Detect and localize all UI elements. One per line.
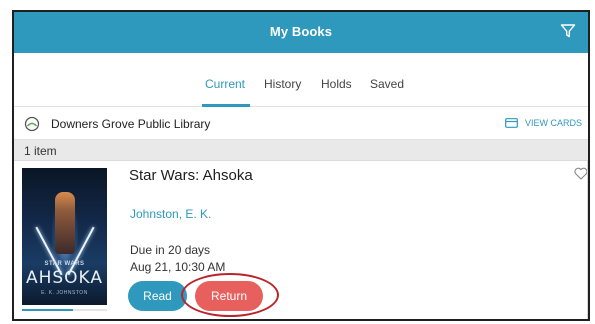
divider: [587, 161, 588, 319]
filter-icon[interactable]: [560, 23, 576, 39]
heart-icon[interactable]: [574, 167, 588, 180]
app-frame: My Books Current History Holds Saved Dow…: [12, 10, 590, 321]
view-cards-link[interactable]: VIEW CARDS: [525, 118, 582, 128]
item-count: 1 item: [24, 144, 57, 158]
return-button[interactable]: Return: [195, 281, 263, 311]
book-cover[interactable]: STAR WARS AHSOKA E. K. JOHNSTON: [22, 168, 107, 305]
library-bar: Downers Grove Public Library VIEW CARDS: [14, 107, 588, 140]
cover-art-figure: [55, 192, 75, 254]
page-title: My Books: [269, 24, 333, 39]
read-button[interactable]: Read: [128, 281, 187, 311]
list-item: STAR WARS AHSOKA E. K. JOHNSTON Star War…: [14, 161, 588, 319]
cover-title: AHSOKA: [25, 268, 104, 288]
tab-holds[interactable]: Holds: [321, 77, 352, 91]
card-icon[interactable]: [505, 118, 518, 128]
cover-series-logo: STAR WARS: [44, 261, 85, 267]
item-count-bar: 1 item: [14, 140, 588, 161]
reading-progress-fill: [22, 309, 73, 311]
app-header: My Books: [14, 12, 588, 53]
tab-history[interactable]: History: [264, 77, 301, 91]
library-logo-icon: [24, 116, 40, 132]
due-status: Due in 20 days: [130, 243, 211, 257]
tab-current[interactable]: Current: [205, 77, 245, 91]
book-title[interactable]: Star Wars: Ahsoka: [129, 167, 253, 184]
book-author-link[interactable]: Johnston, E. K.: [130, 207, 211, 221]
divider: [14, 319, 588, 321]
cover-author: E. K. JOHNSTON: [41, 290, 88, 296]
library-name: Downers Grove Public Library: [51, 117, 211, 131]
tab-saved[interactable]: Saved: [370, 77, 404, 91]
due-date: Aug 21, 10:30 AM: [130, 260, 226, 274]
tab-bar: Current History Holds Saved: [14, 53, 588, 107]
